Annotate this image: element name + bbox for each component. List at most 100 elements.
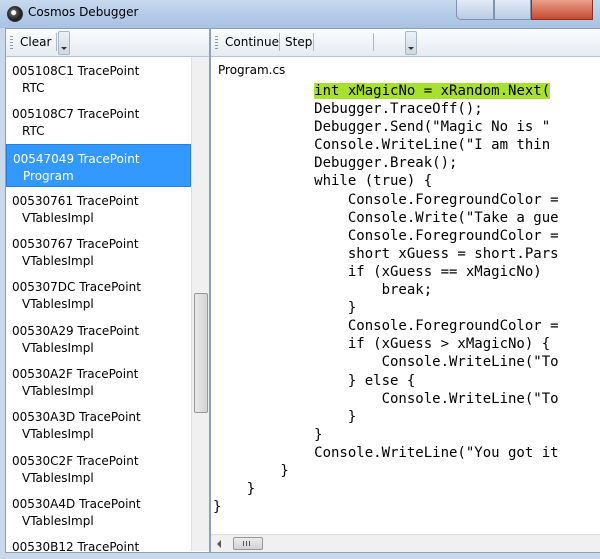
trace-list-item[interactable]: 005108C1 TracePoint RTC: [6, 57, 191, 100]
code-line: int xMagicNo = xRandom.Next(: [213, 82, 559, 100]
trace-item-detail: VTablesImpl: [22, 340, 94, 355]
current-line-highlight: int xMagicNo = xRandom.Next(: [314, 83, 551, 99]
trace-list-item[interactable]: 00530C2F TracePoint VTablesImpl: [6, 447, 191, 490]
trace-item-header: 00530A3D TracePoint: [12, 409, 191, 426]
window-controls: [456, 0, 600, 20]
code-line: Console.ForegroundColor =: [213, 227, 559, 244]
trace-item-header: 00530A29 TracePoint: [12, 323, 191, 340]
trace-item-address: 005108C1: [12, 64, 74, 78]
code-line: Console.WriteLine("To: [213, 390, 559, 407]
trace-item-detail: VTablesImpl: [22, 297, 94, 312]
trace-item-header: 00530C2F TracePoint: [12, 453, 191, 470]
toolbar-separator: [279, 33, 280, 51]
toolbar-separator: [56, 33, 57, 51]
trace-panel: Clear 005108C1 TracePoint RTC 005108C7 Tra…: [5, 28, 210, 553]
trace-item-detail: VTablesImpl: [22, 384, 94, 399]
trace-item-header: 00530767 TracePoint: [12, 236, 191, 253]
trace-list: 005108C1 TracePoint RTC 005108C7 TracePoin…: [6, 57, 191, 551]
trace-item-detail: VTablesImpl: [22, 513, 94, 528]
maximize-button[interactable]: [494, 0, 531, 20]
step-button[interactable]: Step: [283, 33, 314, 51]
code-line: Debugger.Send("Magic No is ": [213, 119, 551, 136]
trace-item-address: 00530A4D: [12, 496, 76, 511]
trace-list-item[interactable]: 00530761 TracePoint VTablesImpl: [6, 187, 191, 230]
toolbar-overflow-button[interactable]: [405, 31, 417, 55]
continue-button[interactable]: Continue: [223, 33, 281, 51]
trace-item-header: 00530761 TracePoint: [12, 193, 191, 210]
window-title: Cosmos Debugger: [28, 5, 139, 19]
code-line: }: [213, 426, 323, 443]
trace-item-header: 005108C1 TracePoint: [12, 63, 191, 80]
toolbar-grip[interactable]: [10, 36, 13, 50]
trace-item-header: 00547049 TracePoint: [13, 151, 190, 168]
trace-item-kind: TracePoint: [77, 151, 140, 166]
trace-item-address: 00547049: [13, 151, 75, 166]
trace-list-item[interactable]: 00530A4D TracePoint VTablesImpl: [6, 490, 191, 533]
code-line: Debugger.Break();: [213, 155, 458, 172]
trace-item-kind: TracePoint: [77, 540, 140, 551]
scroll-left-arrow-icon[interactable]: [211, 535, 228, 552]
code-line: }: [213, 408, 357, 425]
trace-item-kind: TracePoint: [77, 64, 140, 78]
trace-item-address: 00530C2F: [12, 453, 74, 468]
trace-list-item[interactable]: 00530A3D TracePoint VTablesImpl: [6, 403, 191, 446]
trace-item-kind: TracePoint: [79, 280, 141, 295]
trace-item-detail: RTC: [22, 124, 45, 139]
code-line: Console.WriteLine("To: [213, 354, 559, 371]
trace-item-kind: TracePoint: [76, 367, 139, 382]
code-line: }: [213, 462, 289, 479]
trace-item-address: 005307DC: [12, 280, 76, 295]
trace-list-item[interactable]: 00547049 TracePoint Program: [6, 143, 191, 187]
toolbar-overflow-button[interactable]: [58, 31, 70, 55]
trace-item-header: 00530A2F TracePoint: [12, 366, 191, 383]
trace-item-address: 005108C7: [12, 107, 74, 122]
source-file-name: Program.cs: [218, 63, 286, 77]
trace-item-kind: TracePoint: [77, 323, 140, 338]
trace-item-detail: VTablesImpl: [22, 210, 94, 225]
trace-item-detail: VTablesImpl: [22, 254, 94, 269]
code-line: }: [213, 300, 357, 317]
trace-list-item[interactable]: 005307DC TracePoint VTablesImpl: [6, 273, 191, 316]
code-line: Debugger.TraceOff();: [213, 101, 483, 118]
trace-item-header: 00530A4D TracePoint: [12, 496, 191, 513]
source-panel: Continue Step Program.cs int xMagicNo = …: [210, 28, 600, 553]
trace-item-kind: TracePoint: [76, 193, 139, 208]
trace-item-kind: TracePoint: [76, 237, 139, 252]
minimize-button[interactable]: [456, 0, 494, 20]
trace-list-item[interactable]: 00530A29 TracePoint VTablesImpl: [6, 317, 191, 360]
trace-item-kind: TracePoint: [77, 107, 140, 122]
trace-item-header: 00530B12 TracePoint: [12, 539, 191, 551]
clear-button[interactable]: Clear: [18, 33, 53, 51]
scrollbar-thumb[interactable]: [194, 293, 208, 413]
code-line: if (xGuess == xMagicNo): [213, 263, 542, 280]
trace-item-address: 00530B12: [12, 540, 74, 551]
code-line: Console.ForegroundColor =: [213, 318, 559, 335]
code-line: break;: [213, 282, 433, 299]
code-line: if (xGuess > xMagicNo) {: [213, 336, 551, 353]
code-line: short xGuess = short.Pars: [213, 245, 559, 262]
trace-item-address: 00530A3D: [12, 410, 76, 425]
trace-item-kind: TracePoint: [79, 496, 141, 511]
toolbar-grip[interactable]: [215, 36, 218, 50]
code-line: Console.ForegroundColor =: [213, 191, 559, 208]
trace-list-item[interactable]: 00530B12 TracePoint: [6, 533, 191, 551]
scrollbar-thumb[interactable]: [233, 537, 263, 550]
code-line: }: [213, 499, 222, 516]
trace-item-address: 00530A2F: [12, 367, 73, 382]
toolbar-separator: [313, 33, 314, 51]
trace-item-address: 00530761: [12, 193, 74, 208]
trace-item-kind: TracePoint: [76, 453, 139, 468]
code-line: Console.WriteLine("You got it: [213, 444, 559, 461]
trace-item-header: 005307DC TracePoint: [12, 279, 191, 296]
trace-list-scrollbar[interactable]: [191, 57, 209, 551]
toolbar-separator: [373, 33, 374, 51]
trace-item-detail: VTablesImpl: [22, 427, 94, 442]
code-line: }: [213, 481, 256, 498]
trace-list-item[interactable]: 00530A2F TracePoint VTablesImpl: [6, 360, 191, 403]
trace-list-item[interactable]: 00530767 TracePoint VTablesImpl: [6, 230, 191, 273]
close-button[interactable]: [531, 0, 593, 20]
trace-item-detail: Program: [23, 168, 74, 183]
trace-list-item[interactable]: 005108C7 TracePoint RTC: [6, 100, 191, 143]
trace-item-address: 00530767: [12, 237, 74, 252]
source-horizontal-scrollbar[interactable]: [211, 534, 600, 552]
